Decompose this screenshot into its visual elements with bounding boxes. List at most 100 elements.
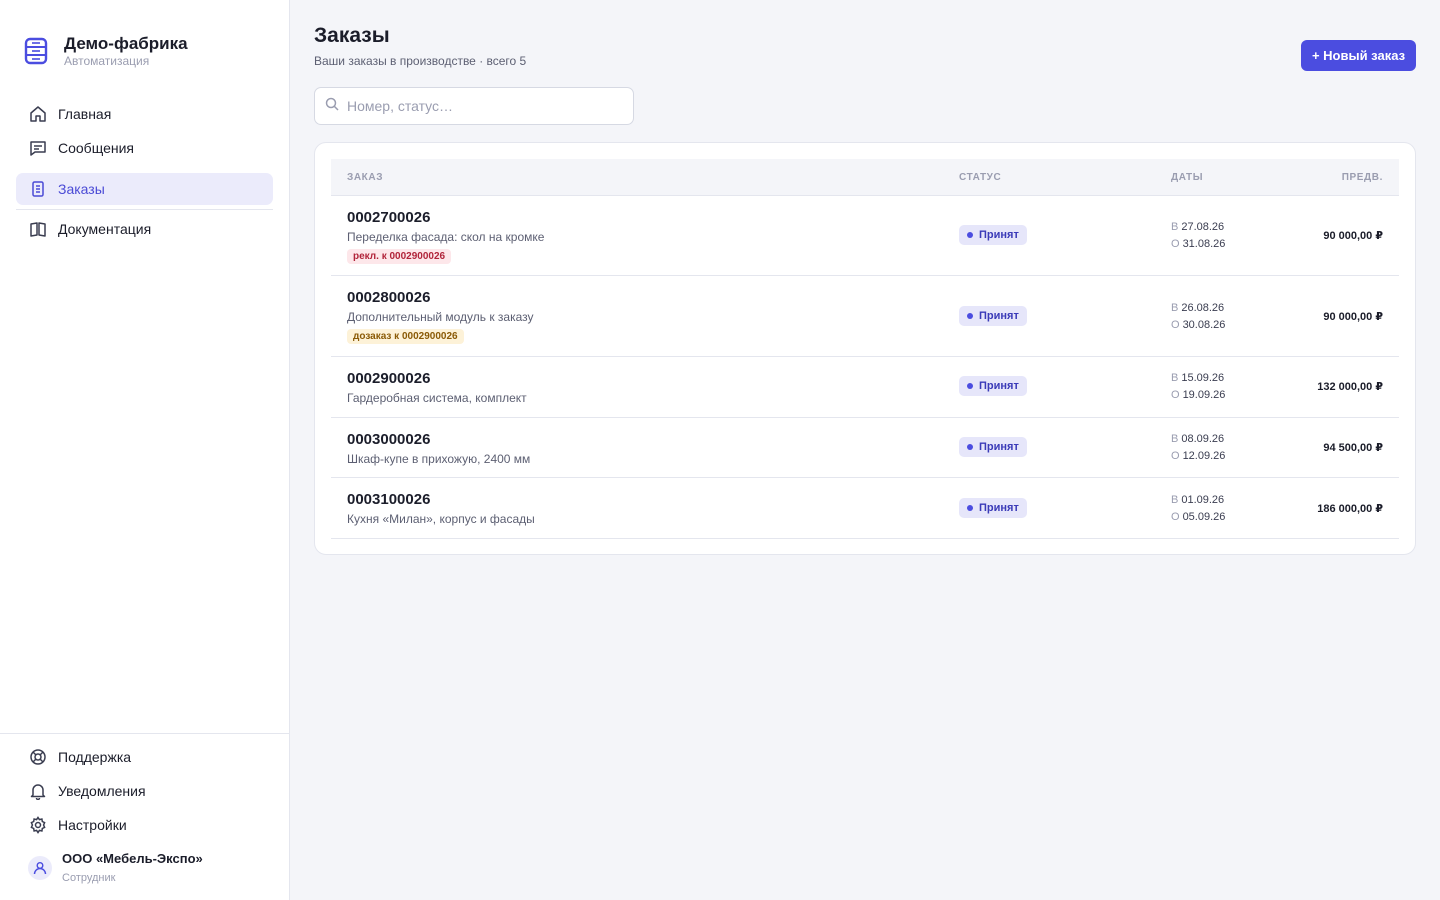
sidebar-item-label: Уведомления: [58, 783, 146, 799]
date-prefix: О: [1171, 237, 1180, 250]
date-prefix: В: [1171, 221, 1179, 233]
sidebar-item-label: Главная: [58, 106, 112, 122]
order-dates: В 27.08.26 О 31.08.26: [1171, 219, 1225, 252]
chat-icon: [28, 138, 48, 158]
sidebar-item-label: Настройки: [58, 817, 127, 833]
order-number[interactable]: 0003000026: [347, 431, 430, 448]
order-number[interactable]: 0003100026: [347, 491, 430, 508]
sidebar-item-label: Сообщения: [58, 140, 134, 156]
nav-divider: [16, 209, 273, 210]
date-start: 01.09.26: [1181, 494, 1225, 506]
book-open-icon: [28, 219, 48, 239]
avatar: [28, 856, 52, 880]
date-end: 19.09.26: [1182, 388, 1226, 401]
status-badge: Принят: [959, 498, 1027, 518]
status-dot: [967, 505, 973, 511]
order-description: Дополнительный модуль к заказу: [347, 310, 534, 324]
table-row[interactable]: 0002700026 Переделка фасада: скол на кро…: [331, 196, 1399, 276]
status-dot: [967, 232, 973, 238]
status-badge: Принят: [959, 306, 1027, 326]
sidebar-item-messages[interactable]: Сообщения: [16, 132, 273, 164]
order-number[interactable]: 0002900026: [347, 370, 430, 387]
date-prefix: В: [1171, 302, 1179, 314]
bell-icon: [28, 781, 48, 801]
date-start: 27.08.26: [1181, 221, 1225, 233]
search-box: [314, 87, 634, 125]
date-prefix: О: [1171, 510, 1180, 523]
date-end: 30.08.26: [1182, 318, 1226, 331]
sidebar: Демо-фабрика Автоматизация Главная Сообщ…: [0, 0, 290, 900]
order-dates: В 01.09.26 О 05.09.26: [1171, 492, 1225, 525]
search-icon: [325, 97, 339, 116]
order-price: 94 500,00 ₽: [1323, 442, 1383, 454]
order-description: Переделка фасада: скол на кромке: [347, 230, 545, 244]
sidebar-item-notifications[interactable]: Уведомления: [16, 775, 273, 807]
order-description: Шкаф-купе в прихожую, 2400 мм: [347, 452, 531, 466]
order-dates: В 08.09.26 О 12.09.26: [1171, 431, 1225, 464]
date-prefix: В: [1171, 372, 1179, 384]
sidebar-item-label: Поддержка: [58, 749, 132, 765]
page-title: Заказы: [314, 24, 390, 47]
sidebar-footer-divider: [0, 733, 289, 734]
status-badge: Принят: [959, 437, 1027, 457]
column-header-price[interactable]: ПРЕДВ.: [1342, 172, 1383, 183]
status-dot: [967, 444, 973, 450]
date-start: 15.09.26: [1181, 372, 1225, 384]
column-header-status[interactable]: СТАТУС: [959, 172, 1001, 183]
new-order-button[interactable]: + Новый заказ: [1301, 40, 1416, 71]
server-stack-icon: [24, 37, 48, 65]
order-description: Кухня «Милан», корпус и фасады: [347, 512, 535, 526]
order-number[interactable]: 0002800026: [347, 289, 430, 306]
table-header: ЗАКАЗ СТАТУС ДАТЫ ПРЕДВ.: [331, 159, 1399, 196]
sidebar-item-label: Заказы: [58, 181, 105, 197]
order-price: 186 000,00 ₽: [1317, 503, 1383, 515]
brand[interactable]: Демо-фабрика Автоматизация: [24, 34, 188, 68]
date-start: 26.08.26: [1181, 302, 1225, 314]
date-start: 08.09.26: [1181, 433, 1225, 445]
date-prefix: В: [1171, 433, 1179, 445]
home-icon: [28, 104, 48, 124]
status-label: Принят: [979, 229, 1019, 241]
brand-title: Демо-фабрика: [64, 34, 188, 53]
status-label: Принят: [979, 310, 1019, 322]
sidebar-item-orders[interactable]: Заказы: [16, 173, 273, 205]
user-profile[interactable]: ООО «Мебель-Экспо» Сотрудник: [28, 850, 203, 886]
order-price: 132 000,00 ₽: [1317, 381, 1383, 393]
sidebar-item-support[interactable]: Поддержка: [16, 741, 273, 773]
order-description: Гардеробная система, комплект: [347, 391, 527, 405]
page-subtitle: Ваши заказы в производстве · всего 5: [314, 54, 527, 68]
orders-table-card: ЗАКАЗ СТАТУС ДАТЫ ПРЕДВ. 0002700026 Пере…: [314, 142, 1416, 555]
order-dates: В 26.08.26 О 30.08.26: [1171, 300, 1225, 333]
sidebar-item-home[interactable]: Главная: [16, 98, 273, 130]
table-row[interactable]: 0003000026 Шкаф-купе в прихожую, 2400 мм…: [331, 418, 1399, 478]
search-input[interactable]: [347, 98, 617, 114]
sidebar-item-settings[interactable]: Настройки: [16, 809, 273, 841]
column-header-dates[interactable]: ДАТЫ: [1171, 172, 1203, 183]
order-tag: дозаказ к 0002900026: [347, 329, 464, 344]
date-end: 12.09.26: [1182, 449, 1226, 462]
status-label: Принят: [979, 502, 1019, 514]
column-header-order[interactable]: ЗАКАЗ: [347, 172, 383, 183]
order-price: 90 000,00 ₽: [1323, 230, 1383, 242]
order-number[interactable]: 0002700026: [347, 209, 430, 226]
lifebuoy-icon: [28, 747, 48, 767]
document-icon: [28, 179, 48, 199]
brand-subtitle: Автоматизация: [64, 54, 150, 68]
status-dot: [967, 383, 973, 389]
table-row[interactable]: 0002800026 Дополнительный модуль к заказ…: [331, 276, 1399, 357]
user-icon: [33, 862, 47, 875]
status-label: Принят: [979, 441, 1019, 453]
status-badge: Принят: [959, 376, 1027, 396]
table-row[interactable]: 0002900026 Гардеробная система, комплект…: [331, 357, 1399, 418]
date-end: 31.08.26: [1182, 237, 1226, 250]
order-dates: В 15.09.26 О 19.09.26: [1171, 370, 1225, 403]
date-prefix: О: [1171, 449, 1180, 462]
status-label: Принят: [979, 380, 1019, 392]
gear-icon: [28, 815, 48, 835]
sidebar-item-docs[interactable]: Документация: [16, 213, 273, 245]
user-name: ООО «Мебель-Экспо»: [62, 851, 203, 866]
date-prefix: В: [1171, 494, 1179, 506]
status-dot: [967, 313, 973, 319]
table-row[interactable]: 0003100026 Кухня «Милан», корпус и фасад…: [331, 478, 1399, 539]
date-end: 05.09.26: [1182, 510, 1226, 523]
